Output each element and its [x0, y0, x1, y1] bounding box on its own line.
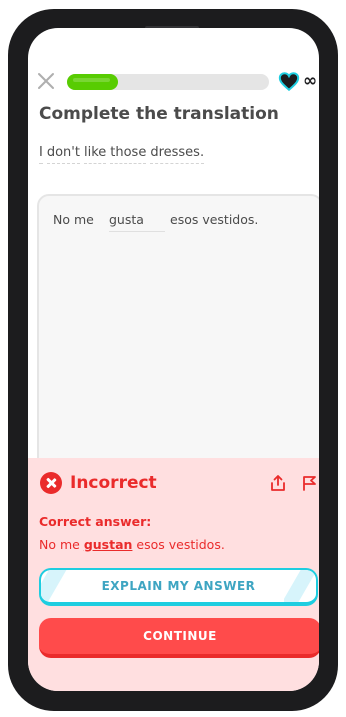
heart-icon[interactable] [278, 71, 300, 92]
share-icon[interactable] [269, 474, 287, 492]
answer-prefix: No me [53, 212, 94, 227]
progress-fill [67, 74, 118, 90]
answer-card: No me gusta esos vestidos. [37, 194, 319, 498]
lesson-progress-bar [67, 74, 269, 90]
feedback-panel: Incorrect Correct answer: No me gustan e… [28, 458, 319, 691]
close-icon[interactable] [37, 72, 55, 90]
prompt-word[interactable]: like [83, 145, 107, 164]
feedback-header: Incorrect [40, 472, 157, 494]
correct-prefix: No me [39, 537, 80, 552]
continue-button[interactable]: CONTINUE [39, 618, 319, 658]
answer-suffix: esos vestidos. [170, 212, 259, 227]
flag-icon[interactable] [300, 474, 318, 492]
app-screen: ∞ Complete the translation I don't like … [28, 28, 319, 691]
prompt-word[interactable]: dresses. [150, 145, 205, 164]
prompt-word[interactable]: don't [46, 145, 80, 164]
continue-label: CONTINUE [143, 629, 217, 643]
hearts-count: ∞ [303, 71, 318, 91]
exercise-title: Complete the translation [39, 104, 279, 124]
correct-answer-text: No me gustan esos vestidos. [39, 537, 225, 552]
answer-input[interactable]: gusta [109, 212, 165, 232]
correct-word: gustan [83, 537, 133, 552]
explain-answer-label: EXPLAIN MY ANSWER [101, 579, 256, 593]
prompt-sentence: I don't like those dresses. [39, 145, 208, 164]
prompt-word[interactable]: I [39, 145, 43, 164]
prompt-word[interactable]: those [110, 145, 147, 164]
x-circle-icon [40, 472, 62, 494]
feedback-status: Incorrect [70, 473, 157, 493]
correct-answer-label: Correct answer: [39, 514, 152, 529]
explain-answer-button[interactable]: EXPLAIN MY ANSWER [39, 568, 318, 606]
correct-suffix: esos vestidos. [136, 537, 225, 552]
